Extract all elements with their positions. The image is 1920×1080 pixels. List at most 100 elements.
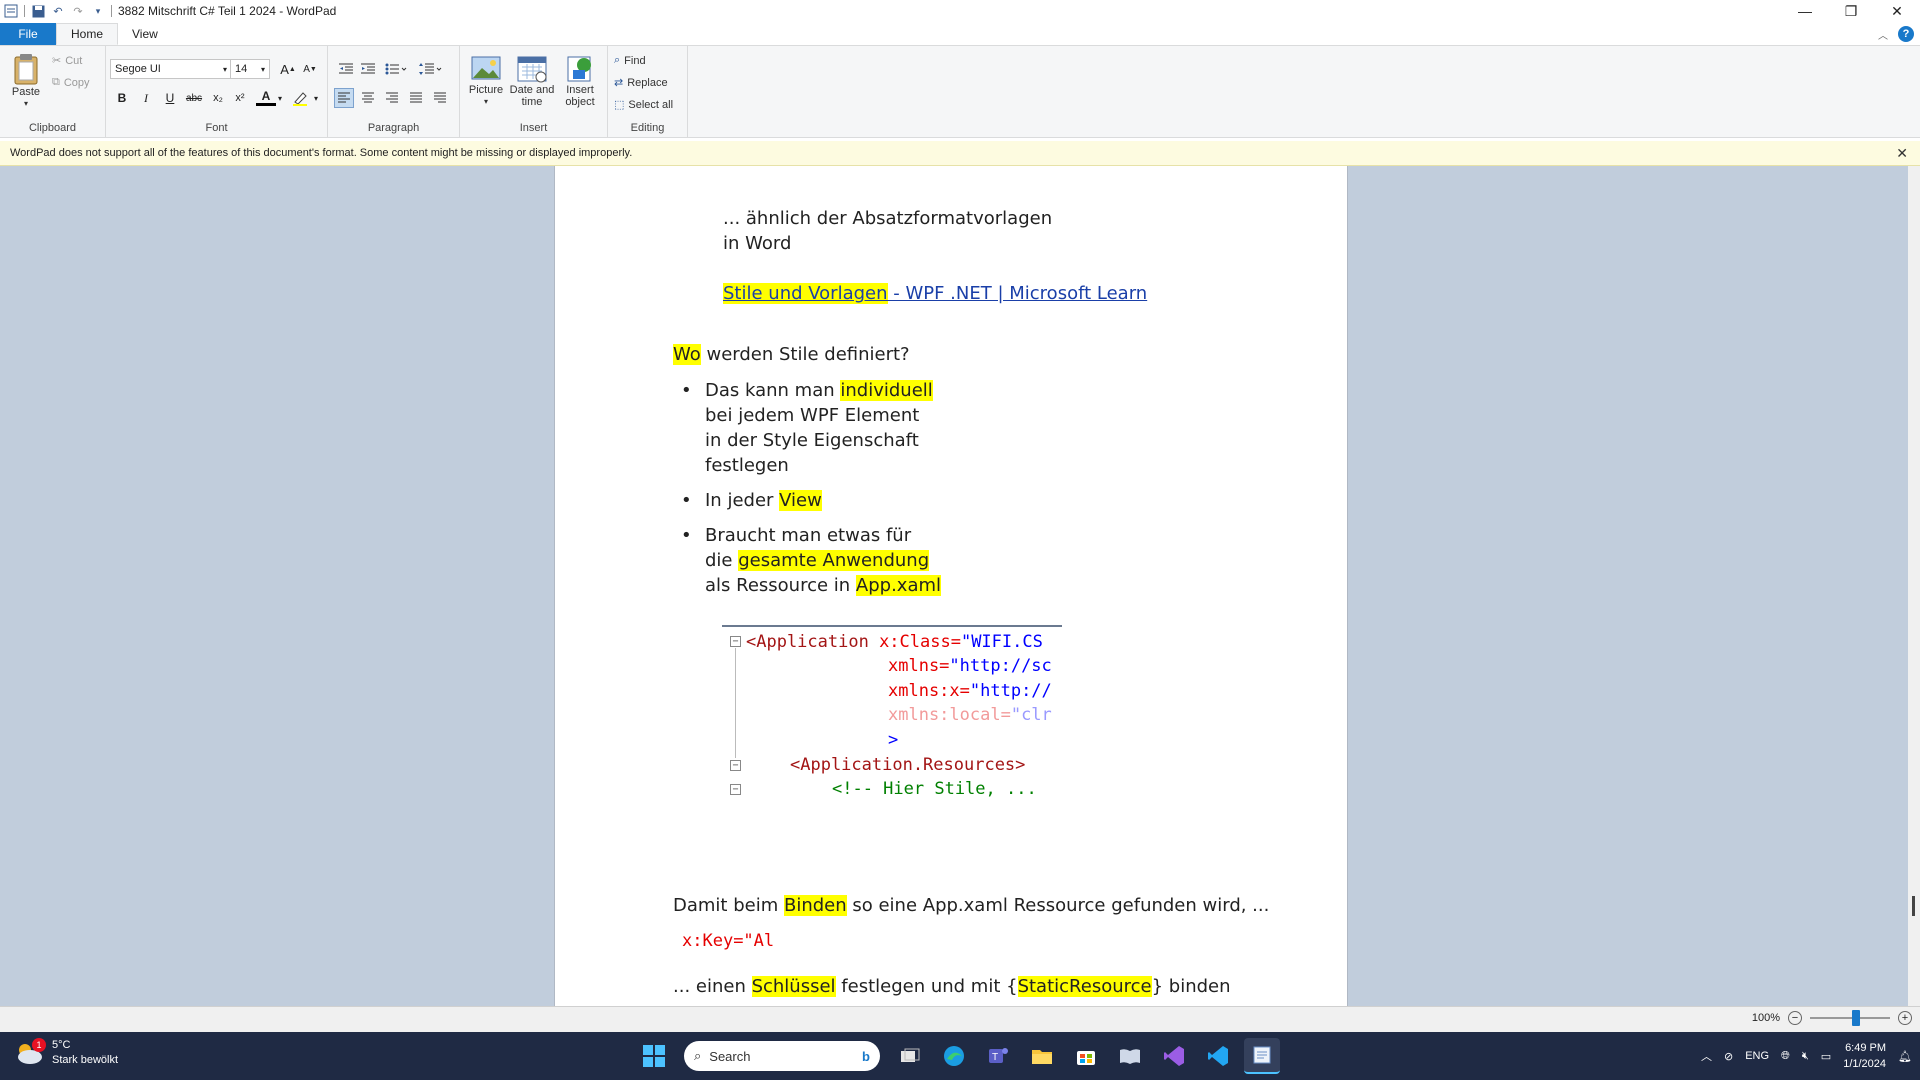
font-family-select[interactable]: Segoe UI ▾ — [110, 59, 232, 79]
replace-button[interactable]: ⇄ Replace — [614, 76, 668, 90]
paragraph-settings-button[interactable] — [430, 88, 450, 108]
vertical-scrollbar[interactable] — [1908, 166, 1920, 1006]
shrink-font-button[interactable]: A ▼ — [300, 59, 320, 79]
date-time-label-1: Date and — [509, 84, 555, 96]
code-l3-val: "http:// — [969, 681, 1052, 701]
picture-icon — [471, 56, 501, 80]
zoom-slider-thumb[interactable] — [1852, 1010, 1860, 1026]
help-icon[interactable]: ? — [1898, 26, 1914, 42]
line-spacing-icon — [419, 63, 442, 75]
save-icon[interactable] — [31, 4, 45, 18]
teams-icon[interactable]: T — [980, 1038, 1016, 1074]
highlight-dropdown[interactable]: ▾ — [306, 88, 326, 108]
document-workspace[interactable]: ... ähnlich der Absatzformatvorlagen in … — [0, 166, 1908, 1006]
restore-button[interactable]: ❐ — [1828, 0, 1874, 22]
insert-object-button[interactable]: Insert object — [558, 54, 602, 108]
infobar-close-icon[interactable]: ✕ — [1896, 145, 1908, 162]
embedded-code-image[interactable]: − <Application x:Class="WIFI.CS xmlns="h… — [722, 625, 1062, 797]
bullets-button[interactable] — [382, 59, 410, 79]
italic-button[interactable]: I — [136, 88, 156, 108]
line-spacing-button[interactable] — [416, 59, 444, 79]
align-right-button[interactable] — [382, 88, 402, 108]
zoom-level[interactable]: 100% — [1752, 1012, 1780, 1024]
vscode-icon[interactable] — [1200, 1038, 1236, 1074]
question-highlight: Wo — [673, 344, 701, 365]
customize-qat-icon[interactable]: ▾ — [91, 4, 105, 18]
decrease-indent-icon — [339, 63, 353, 74]
p3-end: } binden — [1151, 976, 1231, 997]
increase-indent-icon — [361, 63, 375, 74]
font-group-label: Font — [205, 122, 228, 134]
battery-icon[interactable]: ▭ — [1821, 1050, 1831, 1063]
link-highlighted-part[interactable]: Stile und Vorlagen — [723, 283, 888, 304]
select-all-button[interactable]: ⬚ Select all — [614, 98, 673, 112]
tab-file[interactable]: File — [0, 23, 56, 45]
link-rest[interactable]: - WPF .NET | Microsoft Learn — [888, 283, 1147, 304]
editing-group: ⌕ Find ⇄ Replace ⬚ Select all Editing — [608, 46, 688, 138]
collapse-ribbon-icon[interactable]: ︿ — [1878, 27, 1888, 42]
notification-bell-icon[interactable]: 🔔︎ — [1898, 1050, 1912, 1063]
cut-button[interactable]: ✂ Cut — [52, 54, 82, 68]
find-button[interactable]: ⌕ Find — [614, 54, 646, 67]
font-size-select[interactable]: 14 ▾ — [230, 59, 270, 79]
date-time-button[interactable]: Date and time — [508, 54, 556, 108]
grow-font-button[interactable]: A ▲ — [278, 59, 298, 79]
reader-app-icon[interactable] — [1112, 1038, 1148, 1074]
subscript-button[interactable]: x₂ — [208, 88, 228, 108]
task-view-icon[interactable] — [892, 1038, 928, 1074]
picture-button[interactable]: Picture ▾ — [466, 54, 506, 108]
visual-studio-icon[interactable] — [1156, 1038, 1192, 1074]
zoom-in-icon[interactable]: + — [1898, 1011, 1912, 1025]
show-hidden-icons[interactable]: ︿ — [1701, 1048, 1712, 1064]
editing-group-label: Editing — [630, 122, 665, 134]
zoom-out-icon[interactable]: − — [1788, 1011, 1802, 1025]
p2-highlight: Binden — [783, 895, 847, 916]
scrollbar-thumb[interactable] — [1912, 896, 1915, 916]
p2-rest: so eine App.xaml Ressource gefunden wird… — [846, 895, 1270, 916]
insert-object-label-1: Insert — [566, 84, 594, 96]
minimize-button[interactable]: — — [1782, 0, 1828, 22]
redo-icon[interactable]: ↷ — [71, 4, 85, 18]
zoom-slider[interactable] — [1810, 1010, 1890, 1026]
doc-link[interactable]: Stile und Vorlagen - WPF .NET | Microsof… — [723, 281, 1147, 306]
speaker-muted-icon[interactable]: 🔇︎ — [1802, 1050, 1809, 1063]
close-button[interactable]: ✕ — [1874, 0, 1920, 22]
taskbar-search[interactable]: ⌕ Search b — [684, 1041, 880, 1071]
start-button[interactable] — [636, 1038, 672, 1074]
justify-button[interactable] — [406, 88, 426, 108]
align-center-button[interactable] — [358, 88, 378, 108]
language-indicator[interactable]: ENG — [1745, 1050, 1769, 1062]
increase-indent-button[interactable] — [358, 59, 378, 79]
strikethrough-button[interactable]: abc — [184, 88, 204, 108]
document-page[interactable]: ... ähnlich der Absatzformatvorlagen in … — [554, 166, 1348, 1006]
tab-home[interactable]: Home — [56, 23, 119, 45]
undo-icon[interactable]: ↶ — [51, 4, 65, 18]
wordpad-taskbar-icon[interactable] — [1244, 1038, 1280, 1074]
network-off-icon[interactable]: ⊘ — [1724, 1050, 1733, 1063]
qat-separator — [24, 5, 25, 17]
collapse-icon: − — [730, 760, 741, 771]
code-l3-attr: xmlns:x= — [888, 681, 970, 701]
align-left-button[interactable] — [334, 88, 354, 108]
decrease-indent-button[interactable] — [336, 59, 356, 79]
superscript-button[interactable]: x² — [230, 88, 250, 108]
window-title: 3882 Mitschrift C# Teil 1 2024 - WordPad — [118, 4, 337, 18]
globe-icon[interactable]: 🌐︎ — [1781, 1050, 1790, 1063]
text-color-dropdown[interactable]: ▾ — [270, 88, 290, 108]
align-center-icon — [362, 92, 374, 103]
weather-widget[interactable]: 1 5°C Stark bewölkt — [14, 1038, 118, 1068]
clock[interactable]: 6:49 PM 1/1/2024 — [1843, 1040, 1886, 1072]
edge-icon[interactable] — [936, 1038, 972, 1074]
wordpad-app-icon[interactable] — [4, 4, 18, 18]
font-group: Segoe UI ▾ 14 ▾ A ▲ A ▼ B I U abc x₂ x² A ▾ … — [106, 46, 328, 138]
paste-button[interactable]: Paste ▾ — [8, 52, 44, 110]
store-icon[interactable] — [1068, 1038, 1104, 1074]
quick-access-toolbar: ↶ ↷ ▾ — [0, 0, 112, 22]
zoom-control: 100% − + — [1752, 1010, 1912, 1026]
bold-button[interactable]: B — [112, 88, 132, 108]
weather-badge: 1 — [32, 1038, 46, 1052]
underline-button[interactable]: U — [160, 88, 180, 108]
file-explorer-icon[interactable] — [1024, 1038, 1060, 1074]
tab-view[interactable]: View — [118, 23, 172, 45]
copy-button[interactable]: ⧉ Copy — [52, 76, 90, 89]
